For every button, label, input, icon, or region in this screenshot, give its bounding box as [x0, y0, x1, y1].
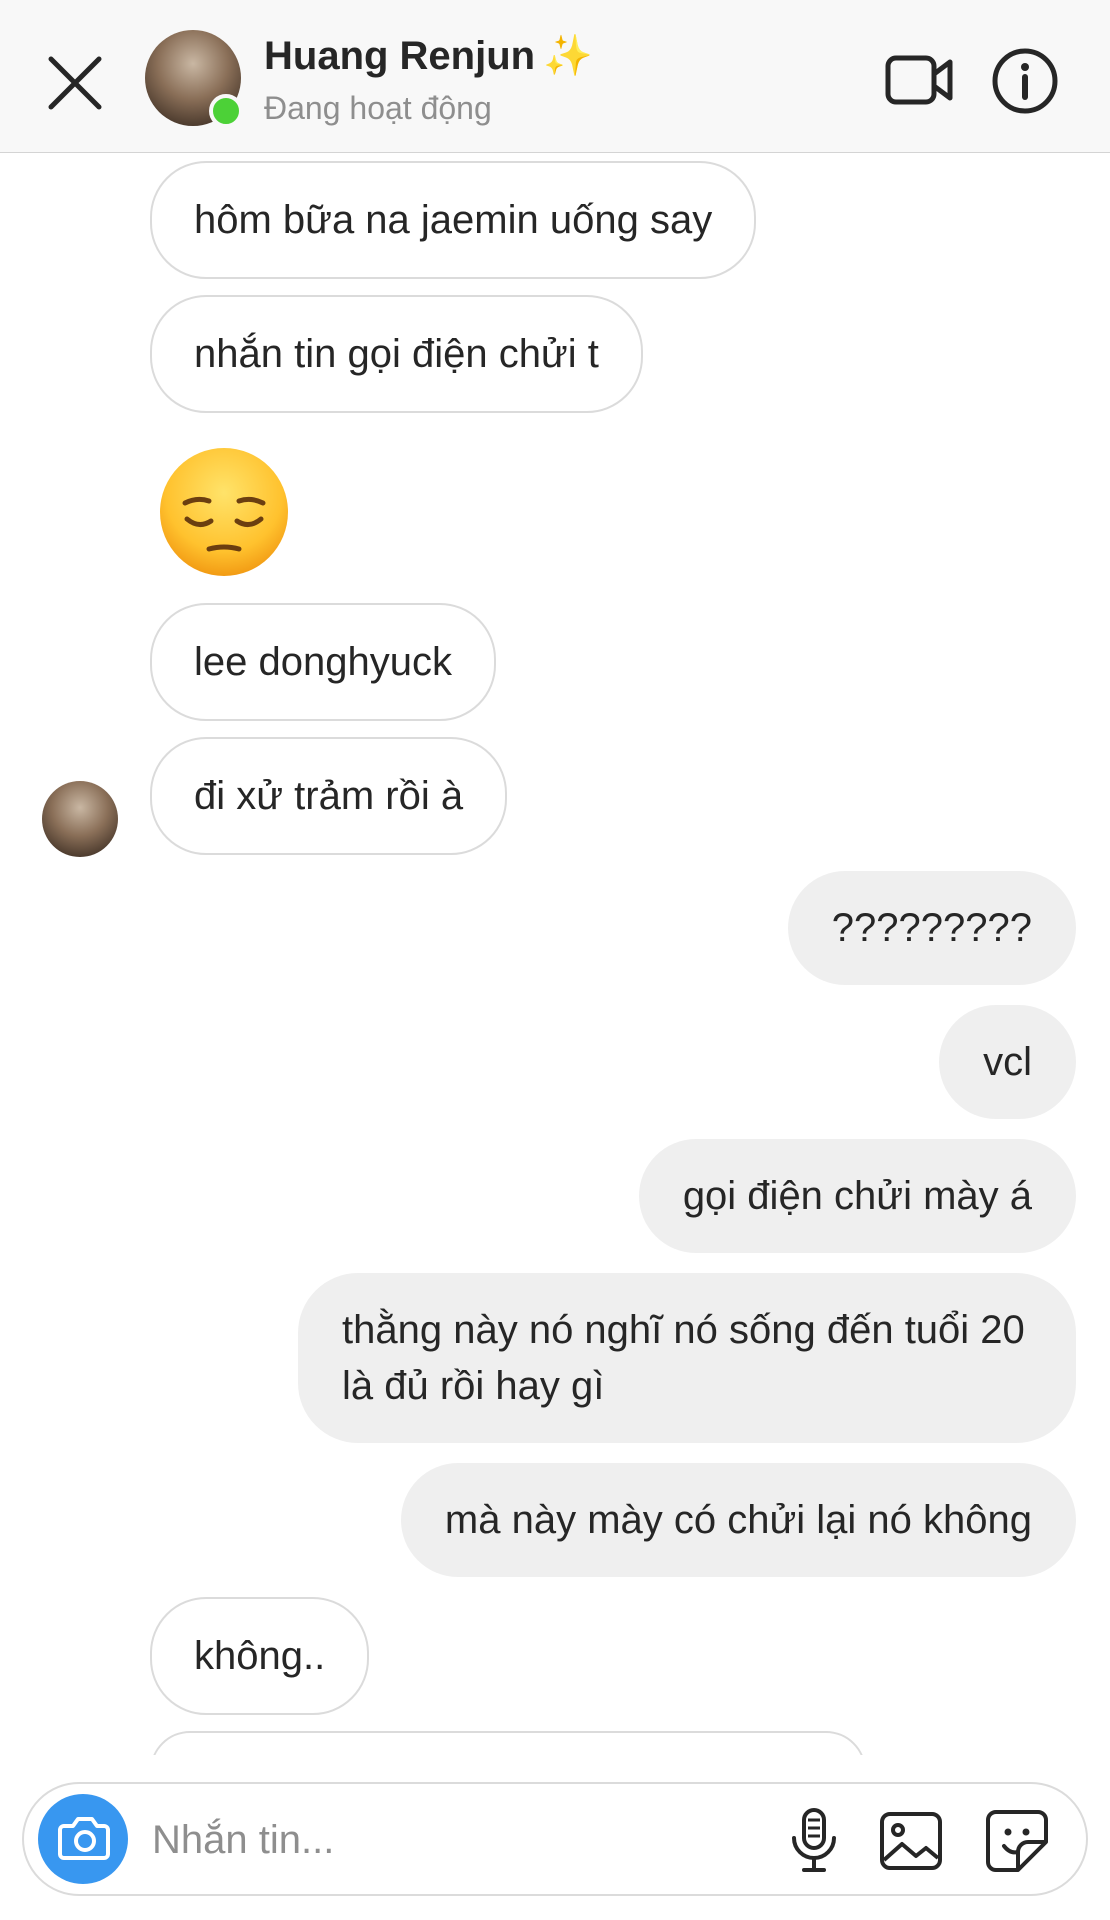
partial-incoming-message: [150, 1731, 866, 1755]
info-icon[interactable]: [990, 46, 1060, 116]
gallery-icon[interactable]: [876, 1806, 946, 1876]
sender-avatar[interactable]: [42, 781, 118, 857]
outgoing-message[interactable]: mà này mày có chửi lại nó không: [400, 1463, 1076, 1577]
microphone-icon[interactable]: [784, 1806, 844, 1876]
message-list[interactable]: hôm bữa na jaemin uống say nhắn tin gọi …: [0, 153, 1110, 1755]
sticker-icon[interactable]: [982, 1806, 1052, 1876]
active-status: Đang hoạt động: [264, 90, 492, 126]
incoming-message[interactable]: lee donghyuck: [150, 603, 496, 721]
outgoing-message[interactable]: vcl: [939, 1005, 1076, 1119]
contact-avatar[interactable]: [145, 30, 243, 128]
outgoing-message[interactable]: ?????????: [787, 871, 1076, 985]
pensive-face-icon[interactable]: [157, 445, 291, 579]
message-input[interactable]: [150, 1804, 754, 1876]
chat-header: Huang Renjun ✨ Đang hoạt động: [0, 0, 1110, 153]
sparkles-icon: ✨: [543, 34, 593, 78]
video-call-icon[interactable]: [884, 50, 956, 110]
incoming-message[interactable]: nhắn tin gọi điện chửi t: [150, 295, 643, 413]
contact-name[interactable]: Huang Renjun ✨: [264, 32, 593, 79]
incoming-message[interactable]: đi xử trảm rồi à: [150, 737, 508, 855]
incoming-message[interactable]: hôm bữa na jaemin uống say: [150, 161, 757, 279]
outgoing-message[interactable]: gọi điện chửi mày á: [638, 1139, 1076, 1253]
outgoing-message[interactable]: thằng này nó nghĩ nó sống đến tuổi 20 là…: [298, 1273, 1076, 1443]
camera-icon[interactable]: [38, 1794, 128, 1884]
close-icon[interactable]: [40, 48, 110, 118]
online-status-dot: [209, 94, 243, 128]
contact-name-text: Huang Renjun: [264, 34, 536, 78]
message-composer: [22, 1782, 1088, 1896]
incoming-message[interactable]: không..: [150, 1597, 370, 1715]
